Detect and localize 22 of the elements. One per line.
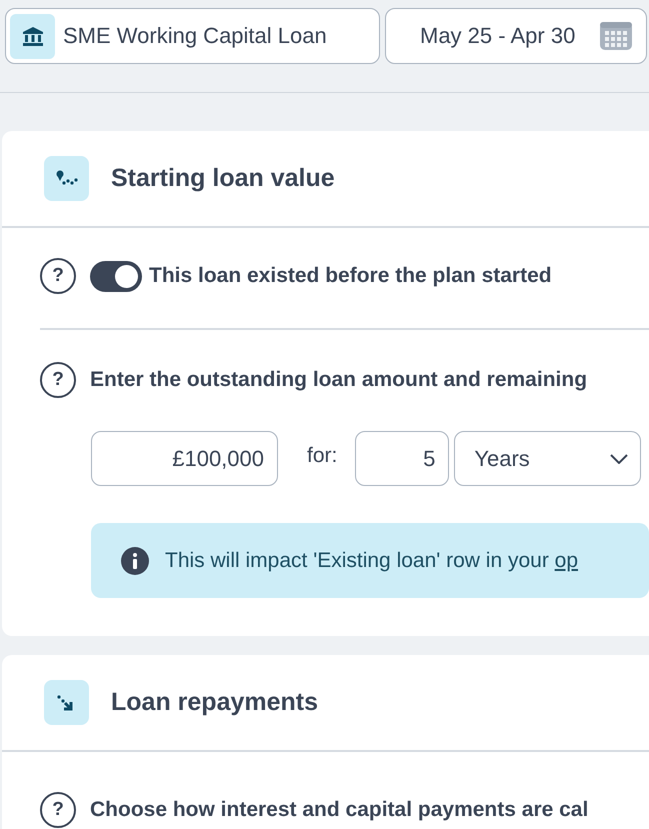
section-title: Loan repayments xyxy=(111,688,318,717)
help-button[interactable]: ? xyxy=(40,792,76,828)
amount-field[interactable]: £100,000 xyxy=(91,431,278,486)
question-text: Enter the outstanding loan amount and remaining xyxy=(90,368,588,392)
link[interactable]: op xyxy=(554,548,578,572)
question-text: Choose how interest and capital payments are cal xyxy=(90,798,588,822)
plan-selector[interactable]: SME Working Capital Loan xyxy=(5,8,380,64)
section-title: Starting loan value xyxy=(111,164,335,193)
help-button[interactable]: ? xyxy=(40,258,76,294)
calendar-icon xyxy=(599,21,634,51)
map-pin-path-icon xyxy=(44,156,89,201)
toggle-label: This loan existed before the plan started xyxy=(149,264,552,288)
help-button[interactable]: ? xyxy=(40,362,76,398)
bank-icon xyxy=(10,14,55,58)
for-label: for: xyxy=(307,444,338,468)
chevron-down-icon xyxy=(610,454,628,464)
toggle-switch[interactable] xyxy=(90,260,142,292)
date-range-button[interactable]: May 25 - Apr 30 xyxy=(385,8,647,64)
term-field[interactable]: 5 xyxy=(355,431,450,486)
info-text: This will impact 'Existing loan' row in your op xyxy=(165,548,578,572)
unit-dropdown[interactable]: Years xyxy=(454,431,642,486)
info-icon xyxy=(121,546,149,574)
